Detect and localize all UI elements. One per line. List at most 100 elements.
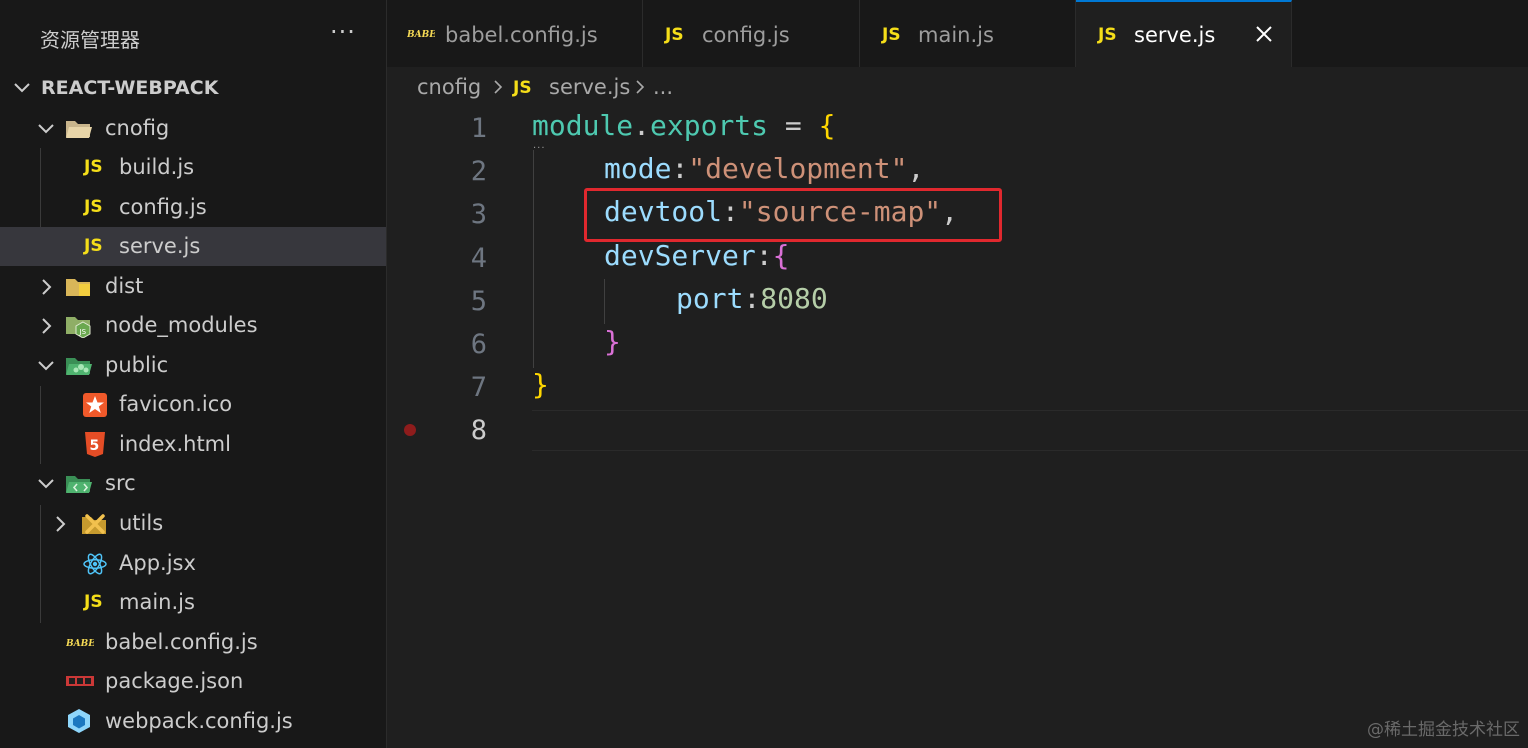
chevron-right-icon	[494, 80, 503, 94]
tree-file-package-json[interactable]: package.json	[0, 662, 386, 701]
code-line-4: devServer:{	[604, 239, 790, 272]
breadcrumb-file[interactable]: serve.js	[549, 75, 630, 99]
workspace-title: REACT-WEBPACK	[41, 77, 219, 99]
js-file-icon: JS	[513, 78, 532, 98]
tree-folder-utils[interactable]: utils	[0, 504, 386, 543]
tree-folder-dist[interactable]: dist	[0, 267, 386, 306]
tree-file-babel-config[interactable]: BABEL babel.config.js	[0, 623, 386, 662]
tree-item-label: serve.js	[119, 234, 201, 258]
tree-file-webpack-config[interactable]: webpack.config.js	[0, 702, 386, 741]
chevron-right-icon	[56, 516, 66, 532]
js-file-icon: JS	[84, 592, 103, 612]
more-actions-icon[interactable]: ···	[330, 18, 356, 46]
tree-item-label: src	[105, 471, 136, 495]
tree-file-index-html[interactable]: 5 index.html	[0, 425, 386, 464]
tree-file-config-js[interactable]: JS config.js	[0, 188, 386, 227]
tree-item-label: package.json	[105, 669, 244, 693]
tab-main-js[interactable]: JS main.js	[860, 0, 1076, 67]
watermark: @稀土掘金技术社区	[1367, 720, 1520, 740]
tab-config-js[interactable]: JS config.js	[643, 0, 860, 67]
tree-item-label: config.js	[119, 195, 207, 219]
folder-dist-icon	[66, 279, 90, 296]
close-icon[interactable]	[1253, 23, 1275, 45]
babel-file-icon: BABEL	[66, 639, 94, 649]
tree-item-label: babel.config.js	[105, 630, 258, 654]
explorer-sidebar: 资源管理器 ··· REACT-WEBPACK cnofig JS build.…	[0, 0, 387, 748]
vscode-window: 资源管理器 ··· REACT-WEBPACK cnofig JS build.…	[0, 0, 1528, 748]
tab-label: main.js	[918, 23, 994, 47]
chevron-down-icon	[38, 361, 54, 371]
tree-file-app-jsx[interactable]: App.jsx	[0, 544, 386, 583]
tree-item-label: cnofig	[105, 116, 170, 140]
breadcrumb-more[interactable]: ...	[653, 75, 673, 99]
webpack-file-icon	[68, 709, 90, 733]
current-line-highlight	[532, 410, 1528, 451]
editor-tab-bar: BABEL babel.config.js JS config.js JS ma…	[387, 0, 1528, 67]
folder-node-icon: JS	[66, 317, 91, 338]
code-editor[interactable]: 1 2 3 4 5 6 7 8 ··· module.exports = { m…	[387, 109, 1528, 748]
chevron-down-icon	[38, 124, 54, 134]
js-file-icon: JS	[84, 236, 103, 256]
tree-item-label: dist	[105, 274, 144, 298]
breadcrumb: cnofig JS serve.js ...	[387, 67, 1528, 109]
js-file-icon: JS	[665, 25, 684, 45]
tree-file-main-js[interactable]: JS main.js	[0, 583, 386, 622]
line-number: 3	[470, 199, 487, 230]
js-file-icon: JS	[1098, 25, 1117, 45]
code-line-2: mode:"development",	[604, 152, 925, 185]
tree-file-serve-js[interactable]: JS serve.js	[0, 227, 386, 266]
tab-babel-config[interactable]: BABEL babel.config.js	[387, 0, 643, 67]
tab-label: serve.js	[1134, 23, 1216, 47]
chevron-right-icon	[42, 279, 52, 295]
code-line-5: port:8080	[676, 282, 828, 315]
workspace-section-header[interactable]: REACT-WEBPACK	[0, 68, 386, 108]
chevron-down-icon	[14, 83, 30, 93]
code-line-7: }	[532, 368, 549, 401]
tab-label: babel.config.js	[445, 23, 598, 47]
line-number: 6	[470, 329, 487, 360]
favicon-file-icon	[83, 393, 107, 417]
tree-folder-src[interactable]: src	[0, 464, 386, 503]
tree-item-label: favicon.ico	[119, 392, 233, 416]
babel-file-icon: BABEL	[407, 30, 435, 40]
svg-text:BABEL: BABEL	[66, 639, 94, 649]
explorer-header: 资源管理器 ···	[0, 0, 386, 70]
js-file-icon: JS	[84, 197, 103, 217]
tree-file-build-js[interactable]: JS build.js	[0, 148, 386, 187]
explorer-title: 资源管理器	[40, 28, 140, 52]
line-number: 8	[470, 415, 487, 446]
line-number: 5	[470, 286, 487, 317]
react-file-icon	[83, 553, 107, 575]
npm-file-icon	[66, 676, 94, 686]
tree-item-label: index.html	[119, 432, 231, 456]
chevron-down-icon	[38, 479, 54, 489]
tree-item-label: webpack.config.js	[105, 709, 293, 733]
folder-public-icon	[66, 358, 92, 375]
annotation-highlight-box	[584, 188, 1002, 242]
breadcrumb-folder[interactable]: cnofig	[417, 75, 481, 99]
tree-item-label: utils	[119, 511, 164, 535]
line-number: 2	[470, 156, 487, 187]
indent-guide	[604, 279, 605, 324]
chevron-right-icon	[636, 80, 645, 94]
line-number: 1	[470, 113, 487, 144]
folder-src-icon	[66, 476, 92, 493]
tree-item-label: node_modules	[105, 313, 258, 337]
tree-item-label: build.js	[119, 155, 195, 179]
tree-item-label: main.js	[119, 590, 195, 614]
tree-folder-public[interactable]: public	[0, 346, 386, 385]
chevron-right-icon	[42, 318, 52, 334]
html5-file-icon: 5	[85, 432, 105, 457]
js-file-icon: JS	[882, 25, 901, 45]
svg-text:BABEL: BABEL	[407, 30, 435, 40]
tree-folder-node-modules[interactable]: JS node_modules	[0, 306, 386, 345]
code-line-1: module.exports = {	[532, 109, 836, 142]
folder-utils-icon	[82, 514, 106, 534]
tab-serve-js[interactable]: JS serve.js	[1076, 0, 1292, 67]
tree-item-label: App.jsx	[119, 551, 196, 575]
tree-folder-cnofig[interactable]: cnofig	[0, 109, 386, 148]
tree-item-label: public	[105, 353, 169, 377]
tab-label: config.js	[702, 23, 790, 47]
tree-file-favicon[interactable]: favicon.ico	[0, 385, 386, 424]
folder-open-icon	[66, 121, 92, 138]
